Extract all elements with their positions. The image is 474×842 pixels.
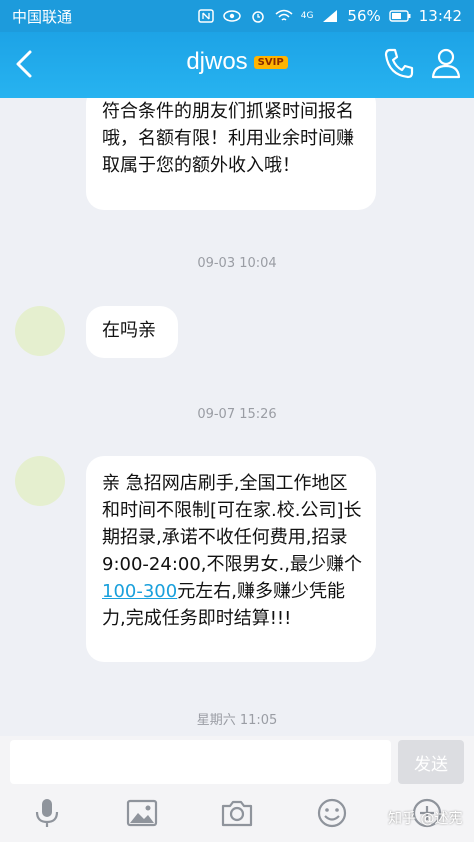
message-bubble[interactable]: 符合条件的朋友们抓紧时间报名哦，名额有限！利用业余时间赚取属于您的额外收入哦！ — [86, 98, 376, 210]
wifi-icon — [275, 9, 293, 21]
message-text: 符合条件的朋友们抓紧时间报名哦，名额有限！利用业余时间赚取属于您的额外收入哦！ — [102, 101, 354, 176]
send-button[interactable]: 发送 — [398, 740, 464, 784]
avatar[interactable] — [15, 456, 65, 506]
message-list[interactable]: 符合条件的朋友们抓紧时间报名哦，名额有限！利用业余时间赚取属于您的额外收入哦！ … — [0, 98, 474, 736]
contact-name: djwos — [186, 48, 248, 75]
message-bubble[interactable]: 亲 急招网店刷手,全国工作地区和时间不限制[可在家.校.公司]长期招录,承诺不收… — [86, 456, 376, 662]
image-icon[interactable] — [125, 796, 159, 830]
timestamp: 星期六 11:05 — [196, 713, 278, 728]
nfc-icon — [197, 9, 214, 23]
signal-icon — [323, 10, 338, 22]
network-type: 4G — [300, 11, 314, 21]
timestamp: 09-07 15:26 — [197, 407, 277, 422]
message-bubble[interactable]: 在吗亲 — [86, 306, 178, 358]
svip-badge: SVIP — [253, 55, 288, 69]
timestamp: 09-03 10:04 — [197, 256, 277, 271]
input-bar: 发送 — [0, 736, 474, 788]
camera-icon[interactable] — [220, 796, 254, 830]
battery-percent: 56% — [347, 7, 381, 25]
emoji-icon[interactable] — [315, 796, 349, 830]
battery-icon — [389, 10, 411, 22]
status-icons: 4G 56% 13:42 — [197, 7, 462, 25]
watermark: 知乎 @述宪 — [388, 811, 463, 827]
alarm-icon — [251, 11, 264, 23]
avatar[interactable] — [15, 306, 65, 356]
message-input[interactable] — [10, 740, 391, 784]
status-bar: 中国联通 4G 56% 13:42 — [0, 0, 474, 32]
message-text: 亲 急招网店刷手,全国工作地区和时间不限制[可在家.校.公司]长期招录,承诺不收… — [102, 473, 362, 629]
chat-header: djwos SVIP — [0, 32, 474, 98]
phone-icon[interactable] — [381, 45, 417, 81]
eye-icon — [222, 10, 241, 22]
message-text: 在吗亲 — [102, 320, 156, 341]
microphone-icon[interactable] — [30, 796, 64, 830]
user-icon[interactable] — [428, 45, 464, 81]
message-link[interactable]: 100-300 — [102, 581, 177, 602]
carrier-name: 中国联通 — [12, 7, 73, 26]
clock: 13:42 — [418, 7, 462, 25]
